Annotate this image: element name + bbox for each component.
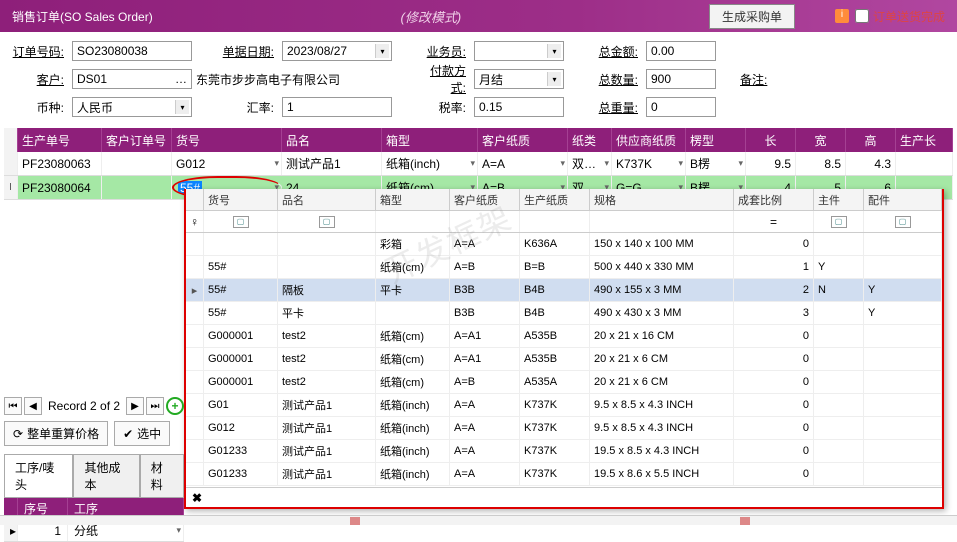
- pcol-spec[interactable]: 规格: [590, 189, 734, 210]
- cust-field[interactable]: DS01…: [72, 69, 192, 89]
- title-bar: 销售订单(SO Sales Order) (修改模式) 生成采购单 i 订单送货…: [0, 0, 957, 32]
- lbl-total-amt: 总金额:: [592, 43, 642, 60]
- filter-icon[interactable]: ▢: [831, 216, 847, 228]
- sales-field[interactable]: ▾: [474, 41, 564, 61]
- popup-row[interactable]: G01233测试产品1纸箱(inch)A=AK737K19.5 x 8.5 x …: [186, 440, 942, 463]
- popup-row[interactable]: 55#平卡B3BB4B490 x 430 x 3 MM3Y: [186, 302, 942, 325]
- pcol-name[interactable]: 品名: [278, 189, 376, 210]
- chevron-down-icon[interactable]: ▾: [375, 44, 389, 58]
- refresh-icon: ⟳: [13, 427, 23, 441]
- popup-row[interactable]: G012测试产品1纸箱(inch)A=AK737K9.5 x 8.5 x 4.3…: [186, 417, 942, 440]
- popup-filter-row[interactable]: ♀ ▢ ▢ = ▢ ▢: [186, 211, 942, 233]
- pcol-main[interactable]: 主件: [814, 189, 864, 210]
- lbl-total-qty: 总数量:: [592, 71, 642, 88]
- pcol-acc[interactable]: 配件: [864, 189, 942, 210]
- col-ptype[interactable]: 纸类: [568, 128, 612, 152]
- lbl-order-no: 订单号码:: [10, 43, 68, 60]
- filter-icon[interactable]: ▢: [319, 216, 335, 228]
- chevron-down-icon[interactable]: ▾: [547, 72, 561, 86]
- item-lookup-popup: 货号 品名 箱型 客户纸质 生产纸质 规格 成套比例 主件 配件 ♀ ▢ ▢ =…: [184, 189, 944, 509]
- popup-row[interactable]: 55#纸箱(cm)A=BB=B500 x 440 x 330 MM1Y: [186, 256, 942, 279]
- pcol-box[interactable]: 箱型: [376, 189, 450, 210]
- record-navigator: ⏮ ◀ Record 2 of 2 ▶ ⏭ +: [4, 395, 184, 417]
- pcol-ratio[interactable]: 成套比例: [734, 189, 814, 210]
- filter-icon[interactable]: ▢: [233, 216, 249, 228]
- chevron-down-icon[interactable]: ▾: [175, 100, 189, 114]
- deliver-done-check[interactable]: 订单送货完成: [855, 8, 945, 25]
- doc-date-field[interactable]: 2023/08/27▾: [282, 41, 392, 61]
- header-form: 订单号码: SO23080038 单据日期: 2023/08/27▾ 业务员: …: [0, 32, 957, 124]
- nav-last-button[interactable]: ⏭: [146, 397, 164, 415]
- popup-row[interactable]: G01测试产品1纸箱(inch)A=AK737K9.5 x 8.5 x 4.3 …: [186, 394, 942, 417]
- popup-row[interactable]: ▸55#隔板平卡B3BB4B490 x 155 x 3 MM2NY: [186, 279, 942, 302]
- col-w[interactable]: 宽: [796, 128, 846, 152]
- col-item[interactable]: 货号: [172, 128, 282, 152]
- filter-icon[interactable]: ▢: [895, 216, 911, 228]
- tax-field[interactable]: 0.15: [474, 97, 564, 117]
- col-h[interactable]: 高: [846, 128, 896, 152]
- item-cell[interactable]: G012: [172, 152, 282, 175]
- popup-header: 货号 品名 箱型 客户纸质 生产纸质 规格 成套比例 主件 配件: [186, 189, 942, 211]
- ellipsis-icon[interactable]: …: [173, 72, 189, 86]
- popup-body[interactable]: 彩箱A=AK636A150 x 140 x 100 MM055#纸箱(cm)A=…: [186, 233, 942, 487]
- select-button[interactable]: ✔选中: [114, 421, 170, 446]
- total-wgt-field: 0: [646, 97, 716, 117]
- col-prod-no[interactable]: 生产单号: [18, 128, 102, 152]
- tab-other-cost[interactable]: 其他成本: [73, 454, 139, 497]
- lbl-pay: 付款方式:: [420, 62, 470, 96]
- scrollbar[interactable]: [0, 515, 957, 525]
- col-flute[interactable]: 楞型: [686, 128, 746, 152]
- tab-process[interactable]: 工序/唛头: [4, 454, 73, 497]
- col-l[interactable]: 长: [746, 128, 796, 152]
- popup-row[interactable]: G000001test2纸箱(cm)A=A1A535B20 x 21 x 16 …: [186, 325, 942, 348]
- lbl-tax: 税率:: [420, 99, 470, 116]
- popup-row[interactable]: G000001test2纸箱(cm)A=BA535A20 x 21 x 6 CM…: [186, 371, 942, 394]
- chevron-down-icon[interactable]: ▾: [547, 44, 561, 58]
- edit-mode-label: (修改模式): [153, 7, 709, 26]
- popup-row[interactable]: 彩箱A=AK636A150 x 140 x 100 MM0: [186, 233, 942, 256]
- pcol-cpq[interactable]: 客户纸质: [450, 189, 520, 210]
- detail-tabs: 工序/唛头 其他成本 材料: [4, 454, 184, 498]
- order-no-field[interactable]: SO23080038: [72, 41, 192, 61]
- close-icon[interactable]: ✖: [192, 491, 202, 505]
- pcol-item[interactable]: 货号: [204, 189, 278, 210]
- popup-footer: ✖: [186, 487, 942, 507]
- col-cust-po[interactable]: 客户订单号: [102, 128, 172, 152]
- generate-po-button[interactable]: 生成采购单: [709, 4, 795, 29]
- cust-name: 东莞市步步高电子有限公司: [196, 71, 416, 88]
- record-counter: Record 2 of 2: [44, 399, 124, 413]
- recalc-price-button[interactable]: ⟳整单重算价格: [4, 421, 108, 446]
- lbl-cust: 客户:: [10, 71, 68, 88]
- lbl-sales: 业务员:: [420, 43, 470, 60]
- check-icon: ✔: [123, 427, 133, 441]
- col-box[interactable]: 箱型: [382, 128, 478, 152]
- lbl-currency: 币种:: [10, 99, 68, 116]
- popup-row[interactable]: G000001test2纸箱(cm)A=A1A535B20 x 21 x 6 C…: [186, 348, 942, 371]
- pay-field[interactable]: 月结▾: [474, 69, 564, 89]
- rate-field[interactable]: 1: [282, 97, 392, 117]
- col-cust-pq[interactable]: 客户纸质: [478, 128, 568, 152]
- main-grid-header: 生产单号 客户订单号 货号 品名 箱型 客户纸质 纸类 供应商纸质 楞型 长 宽…: [4, 128, 953, 152]
- total-qty-field: 900: [646, 69, 716, 89]
- currency-field[interactable]: 人民币▾: [72, 97, 192, 117]
- col-prod-l[interactable]: 生产长: [896, 128, 953, 152]
- page-title: 销售订单(SO Sales Order): [12, 8, 153, 25]
- deliver-done-checkbox[interactable]: [855, 9, 869, 23]
- nav-prev-button[interactable]: ◀: [24, 397, 42, 415]
- lbl-total-wgt: 总重量:: [592, 99, 642, 116]
- info-icon: i: [835, 9, 849, 23]
- main-grid-row[interactable]: PF23080063G012测试产品1纸箱(inch)A=A双…K737KB楞9…: [4, 152, 953, 176]
- nav-next-button[interactable]: ▶: [126, 397, 144, 415]
- col-sup-pq[interactable]: 供应商纸质: [612, 128, 686, 152]
- tab-material[interactable]: 材料: [140, 454, 184, 497]
- col-name[interactable]: 品名: [282, 128, 382, 152]
- pcol-ppq[interactable]: 生产纸质: [520, 189, 590, 210]
- popup-row[interactable]: G01233测试产品1纸箱(inch)A=AK737K19.5 x 8.6 x …: [186, 463, 942, 486]
- lbl-doc-date: 单据日期:: [220, 43, 278, 60]
- nav-first-button[interactable]: ⏮: [4, 397, 22, 415]
- lbl-rate: 汇率:: [220, 99, 278, 116]
- lbl-remark: 备注:: [720, 71, 820, 88]
- add-row-button[interactable]: +: [166, 397, 184, 415]
- total-amt-field: 0.00: [646, 41, 716, 61]
